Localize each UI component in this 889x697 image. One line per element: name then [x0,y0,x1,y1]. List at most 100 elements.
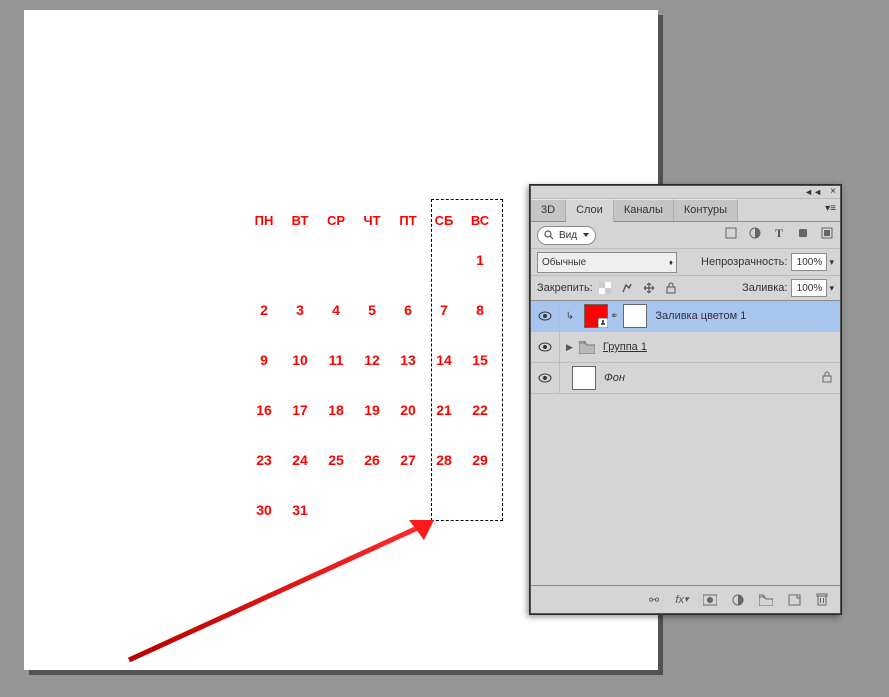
fill-label: Заливка: [742,282,787,294]
visibility-toggle[interactable] [531,332,560,362]
lock-position-icon[interactable] [641,281,657,295]
layer-row[interactable]: ↳ ⚭ Заливка цветом 1 [531,301,840,332]
filter-pixel-icon[interactable] [724,226,738,240]
tab-layers[interactable]: Слои [566,199,614,222]
opacity-field[interactable]: 100% [791,253,827,271]
new-layer-icon[interactable] [786,592,802,608]
calendar-cell: 17 [282,385,318,435]
lock-transparent-icon[interactable] [597,281,613,295]
calendar-cell [318,235,354,285]
panel-titlebar[interactable]: ◄◄ × [531,186,840,199]
layer-filter-row: Вид T [531,222,840,249]
blend-mode-select[interactable]: Обычные ♦ [537,252,677,273]
calendar-cell: 10 [282,335,318,385]
calendar-cell: 25 [318,435,354,485]
disclosure-triangle-icon[interactable]: ▶ [566,342,573,353]
marquee-selection [431,199,503,521]
layer-thumbnail[interactable] [572,366,596,390]
calendar-cell: 24 [282,435,318,485]
layer-thumbnail[interactable] [584,304,608,328]
calendar-cell [354,235,390,285]
calendar-cell: 26 [354,435,390,485]
calendar-cell: 30 [246,485,282,535]
calendar-cell: 9 [246,335,282,385]
chevron-down-icon: ♦ [669,258,673,267]
layer-filter-select[interactable]: Вид [537,226,596,245]
lock-row: Закрепить: Заливка: 100% ▾ [531,276,840,301]
chevron-down-icon[interactable]: ▾ [829,257,834,268]
calendar-cell: 18 [318,385,354,435]
new-group-icon[interactable] [758,592,774,608]
calendar-cell: 12 [354,335,390,385]
blend-mode-value: Обычные [542,257,586,268]
filter-type-icons: T [724,226,834,240]
tab-3d[interactable]: 3D [531,199,566,221]
layer-name[interactable]: Группа 1 [603,341,647,353]
calendar-cell: 4 [318,285,354,335]
layer-name[interactable]: Заливка цветом 1 [655,310,746,322]
fill-value: 100% [797,283,823,294]
lock-icon[interactable] [822,371,832,386]
workspace: ПН ВТ СР ЧТ ПТ СБ ВС 1 2345678 910111213… [0,0,889,697]
calendar-cell: 11 [318,335,354,385]
new-adjustment-icon[interactable] [730,592,746,608]
panel-tabs: 3D Слои Каналы Контуры ▾≡ [531,199,840,222]
calendar-header: ПН [246,205,282,235]
calendar-cell: 16 [246,385,282,435]
blend-row: Обычные ♦ Непрозрачность: 100% ▾ [531,249,840,276]
calendar-cell: 13 [390,335,426,385]
fill-field[interactable]: 100% [791,279,827,297]
chevron-down-icon [583,233,589,237]
calendar-cell: 23 [246,435,282,485]
lock-all-icon[interactable] [663,281,679,295]
calendar-cell: 5 [354,285,390,335]
filter-label: Вид [559,230,577,241]
link-layers-icon[interactable]: ⚯ [646,592,662,608]
visibility-toggle[interactable] [531,301,560,331]
adjust-badge-icon [598,318,608,328]
filter-smart-icon[interactable] [820,226,834,240]
link-icon[interactable]: ⚭ [610,311,618,322]
calendar-cell: 19 [354,385,390,435]
visibility-toggle[interactable] [531,363,560,393]
calendar-cell [246,235,282,285]
layer-row[interactable]: ▶ Группа 1 [531,332,840,363]
layers-panel[interactable]: ◄◄ × 3D Слои Каналы Контуры ▾≡ Вид [529,184,842,615]
panel-inner: ◄◄ × 3D Слои Каналы Контуры ▾≡ Вид [531,186,840,613]
calendar-cell: 2 [246,285,282,335]
search-icon [544,230,554,240]
layer-fx-icon[interactable]: fx▾ [674,592,690,608]
calendar-header: СР [318,205,354,235]
calendar-cell [390,235,426,285]
lock-pixels-icon[interactable] [619,281,635,295]
close-icon[interactable]: × [830,186,836,197]
calendar-header: ЧТ [354,205,390,235]
clip-indicator-icon: ↳ [564,311,576,322]
calendar-cell: 3 [282,285,318,335]
opacity-label: Непрозрачность: [701,256,787,268]
calendar-header: ВТ [282,205,318,235]
add-mask-icon[interactable] [702,592,718,608]
calendar-cell [318,485,354,535]
calendar-cell [390,485,426,535]
chevron-down-icon[interactable]: ▾ [829,283,834,294]
calendar-header: ПТ [390,205,426,235]
panel-footer: ⚯ fx▾ [531,585,840,613]
opacity-value: 100% [797,257,823,268]
lock-label: Закрепить: [537,282,593,294]
delete-layer-icon[interactable] [814,592,830,608]
mask-thumbnail[interactable] [623,304,647,328]
calendar-cell [354,485,390,535]
layers-list: ↳ ⚭ Заливка цветом 1 ▶ Группа 1 [531,301,840,571]
calendar-cell: 20 [390,385,426,435]
collapse-icon[interactable]: ◄◄ [804,187,822,197]
filter-type-icon[interactable]: T [772,226,786,240]
panel-menu-icon[interactable]: ▾≡ [825,203,836,214]
layer-row[interactable]: Фон [531,363,840,394]
filter-shape-icon[interactable] [796,226,810,240]
tab-channels[interactable]: Каналы [614,199,674,221]
filter-adjust-icon[interactable] [748,226,762,240]
tab-paths[interactable]: Контуры [674,199,738,221]
calendar-cell: 6 [390,285,426,335]
layer-name[interactable]: Фон [604,372,625,384]
